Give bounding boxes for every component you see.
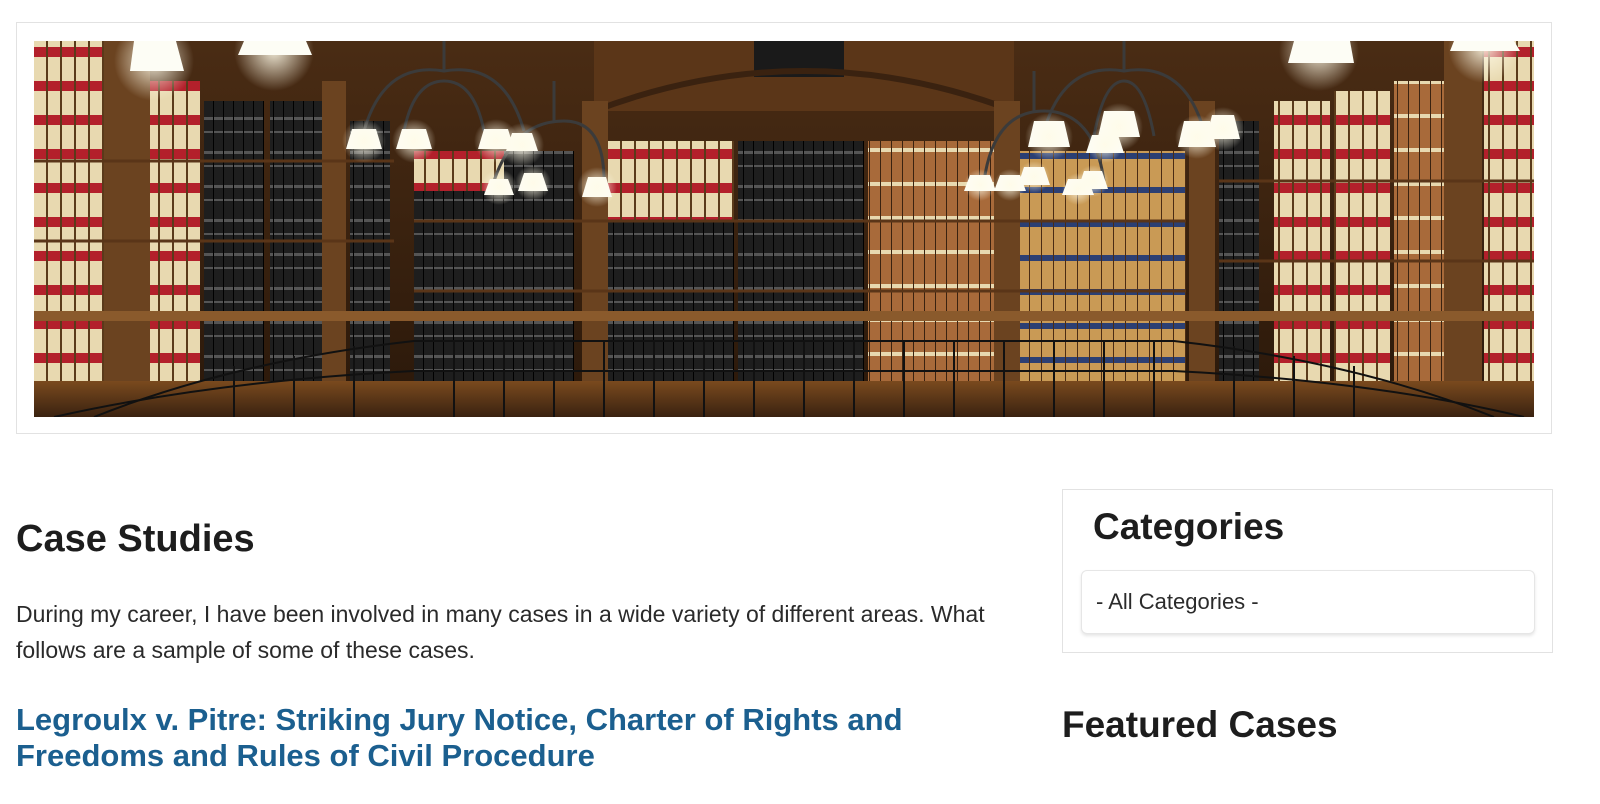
hero-banner bbox=[16, 22, 1552, 434]
categories-dropdown-value: - All Categories - bbox=[1096, 589, 1259, 614]
categories-widget: Categories - All Categories - bbox=[1062, 489, 1553, 653]
categories-dropdown[interactable]: - All Categories - bbox=[1081, 570, 1535, 634]
page: Case Studies During my career, I have be… bbox=[0, 0, 1600, 804]
page-title: Case Studies bbox=[16, 518, 255, 560]
case-link-legroulx-v-pitre[interactable]: Legroulx v. Pitre: Striking Jury Notice,… bbox=[16, 702, 1006, 774]
categories-title: Categories bbox=[1093, 506, 1285, 547]
library-banner-image bbox=[34, 41, 1534, 417]
intro-paragraph: During my career, I have been involved i… bbox=[16, 601, 985, 663]
featured-cases-title: Featured Cases bbox=[1062, 704, 1338, 745]
